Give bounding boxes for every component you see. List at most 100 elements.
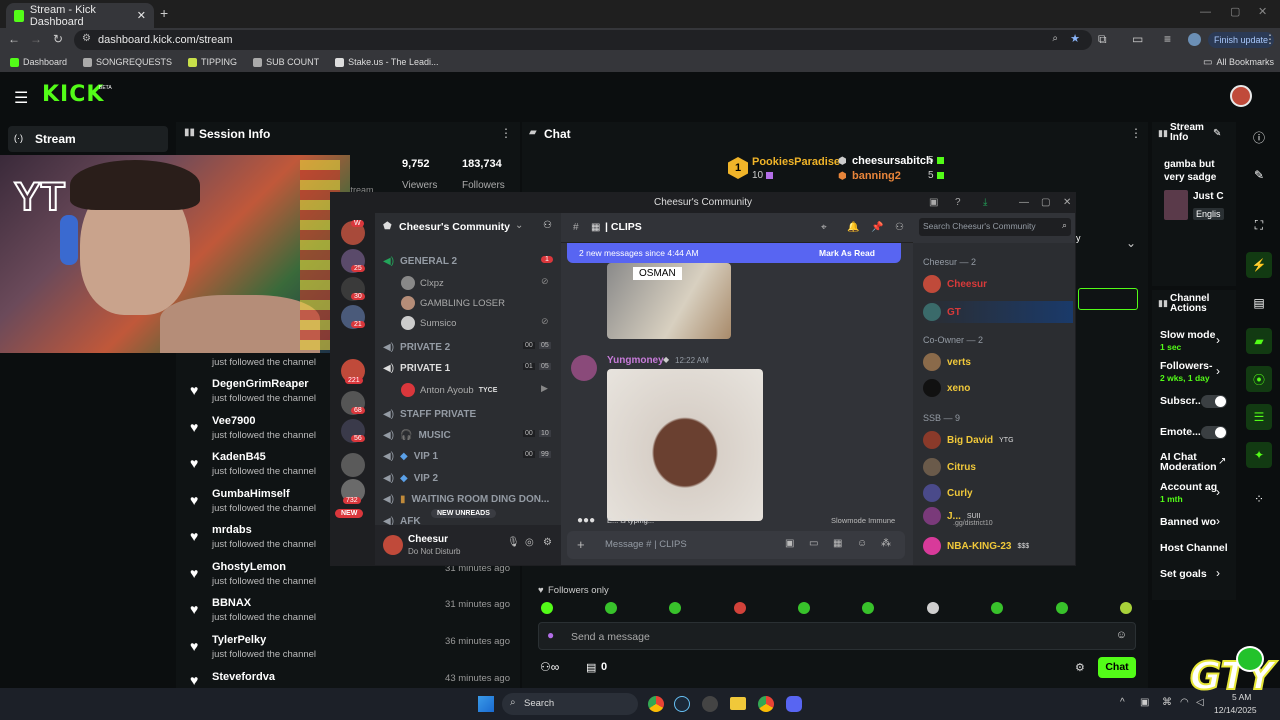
site-info-icon[interactable]: ⚙	[82, 33, 91, 44]
inbox-icon[interactable]: ▣	[929, 193, 938, 213]
voice-user[interactable]: Sumsico	[401, 316, 456, 330]
emote-icon[interactable]	[734, 602, 746, 614]
volume-icon[interactable]: ◁	[1196, 697, 1204, 708]
server-name[interactable]: Cheesur's Community	[399, 221, 510, 233]
wrench-icon[interactable]: ✦	[1246, 442, 1272, 468]
clock-date[interactable]: 12/14/2025	[1214, 705, 1257, 715]
lightning-icon[interactable]: ⚡	[1246, 252, 1272, 278]
voice-user[interactable]: GAMBLING LOSER	[401, 296, 505, 310]
discord-maximize-icon[interactable]: ▢	[1041, 193, 1050, 213]
pinned-icon[interactable]: 📌	[871, 222, 883, 233]
threads-icon[interactable]: #	[573, 222, 579, 233]
leader2-name[interactable]: cheesursabitch	[852, 155, 933, 167]
mic-icon[interactable]: 🎙	[507, 537, 520, 548]
help-icon[interactable]: ?	[955, 193, 961, 213]
channel-private-1[interactable]: ◀) PRIVATE 1	[383, 363, 450, 374]
file-explorer-icon[interactable]	[730, 697, 746, 710]
settings-gear-icon[interactable]: ⚙	[543, 537, 552, 548]
member[interactable]: GT	[923, 301, 1073, 323]
bookmark-stake[interactable]: Stake.us - The Leadi...	[335, 57, 438, 67]
extensions-icon[interactable]: ⧉	[1098, 32, 1107, 47]
obs-icon[interactable]	[702, 696, 718, 712]
maximize-icon[interactable]: ▢	[1230, 5, 1240, 18]
member[interactable]: Cheesur	[923, 275, 987, 293]
taskbar-search[interactable]: ⌕ Search	[502, 693, 638, 715]
emote-icon[interactable]	[541, 602, 553, 614]
sticker-icon[interactable]: ▦	[833, 538, 842, 549]
edit-pencil-icon[interactable]: ✎	[1213, 128, 1221, 139]
tray-network-icon[interactable]: ⌘	[1162, 697, 1172, 708]
leader1-name[interactable]: PookiesParadise	[752, 156, 840, 168]
chevron-right-icon[interactable]: ›	[1216, 485, 1220, 499]
emoji-icon[interactable]: ☺	[1116, 629, 1127, 641]
follower-name[interactable]: GumbaHimself	[212, 488, 290, 500]
member[interactable]: xeno	[923, 379, 970, 397]
chrome-icon[interactable]	[648, 696, 664, 712]
profile-avatar[interactable]	[1188, 33, 1201, 46]
slow-mode-action[interactable]: Slow mode	[1160, 329, 1215, 341]
discord-search-input[interactable]: Search Cheesur's Community ⌕	[919, 218, 1071, 236]
browser-tab[interactable]: Stream - Kick Dashboard ✕	[6, 3, 154, 28]
pencil-icon[interactable]: ✎	[1246, 162, 1272, 188]
pin-icon[interactable]: ⌖	[821, 222, 827, 233]
bookmark-tipping[interactable]: TIPPING	[188, 57, 237, 67]
fullscreen-icon[interactable]: ⛶	[1246, 212, 1272, 238]
tab-close-icon[interactable]: ✕	[137, 9, 146, 22]
gif-icon[interactable]: ▭	[809, 538, 818, 549]
info-icon[interactable]: ⓘ	[1246, 124, 1272, 150]
follower-name[interactable]: GhostyLemon	[212, 561, 286, 573]
external-link-icon[interactable]: ↗	[1218, 456, 1226, 467]
hamburger-menu-icon[interactable]: ☰	[14, 88, 28, 108]
all-bookmarks[interactable]: ▭ All Bookmarks	[1203, 57, 1274, 68]
apps-icon[interactable]: ⁂	[881, 538, 891, 549]
store-icon[interactable]: ▤	[586, 661, 596, 674]
banned-words-action[interactable]: Banned wo	[1160, 516, 1216, 528]
follower-name[interactable]: Stevefordva	[212, 671, 275, 683]
cast-icon[interactable]: ▭	[1132, 32, 1143, 46]
forward-icon[interactable]: →	[30, 32, 42, 46]
wifi-icon[interactable]: ◠	[1180, 697, 1189, 708]
member[interactable]: Citrus	[923, 458, 976, 476]
bell-icon[interactable]: 🔔	[847, 222, 859, 233]
bookmark-songrequests[interactable]: SONGREQUESTS	[83, 57, 172, 67]
tray-chevron-icon[interactable]: ^	[1120, 697, 1125, 708]
emote-icon[interactable]	[1120, 602, 1132, 614]
account-age-action[interactable]: Account ag	[1160, 481, 1217, 493]
member[interactable]: verts	[923, 353, 971, 371]
member[interactable]: Big David YTG	[923, 431, 1014, 449]
kick-logo[interactable]: KICK	[42, 82, 104, 107]
reload-icon[interactable]: ↻	[53, 32, 63, 46]
url-field[interactable]: ⚙ dashboard.kick.com/stream ⌕ ★	[74, 30, 1092, 50]
media-icon[interactable]: ≡	[1164, 32, 1171, 46]
user-avatar[interactable]	[383, 535, 403, 555]
bookmark-dashboard[interactable]: Dashboard	[10, 57, 67, 67]
emote-icon[interactable]	[605, 602, 617, 614]
emote-toggle[interactable]	[1201, 426, 1227, 439]
server-icon[interactable]	[341, 453, 365, 477]
emote-icon[interactable]	[991, 602, 1003, 614]
voice-user[interactable]: Clxpz	[401, 276, 444, 290]
emote-icon[interactable]	[927, 602, 939, 614]
chevron-right-icon[interactable]: ›	[1216, 566, 1220, 580]
server-dropdown-icon[interactable]: ⌄	[515, 220, 523, 231]
channel-music[interactable]: ◀) 🎧 MUSIC	[383, 430, 451, 441]
gift-icon[interactable]: ▣	[785, 538, 794, 549]
bookmark-sub-count[interactable]: SUB COUNT	[253, 57, 319, 67]
chevron-right-icon[interactable]: ›	[1216, 364, 1220, 378]
voice-user[interactable]: Anton Ayoub TYCE	[401, 383, 497, 397]
channel-waiting-room[interactable]: ◀) ▮ WAITING ROOM DING DON...	[383, 494, 549, 505]
broadcast-icon[interactable]: ⦿	[1246, 366, 1272, 392]
headset-icon[interactable]: ◎	[525, 537, 534, 548]
follower-name[interactable]: KadenB45	[212, 451, 266, 463]
steam-icon[interactable]	[674, 696, 690, 712]
dots-icon[interactable]: ⁘	[1246, 486, 1272, 512]
channel-private-2[interactable]: ◀) PRIVATE 2	[383, 342, 450, 353]
emote-icon[interactable]	[798, 602, 810, 614]
tray-app-icon[interactable]: ▣	[1140, 697, 1149, 708]
ai-moderation-action[interactable]: AI Chat Moderation	[1160, 452, 1218, 473]
send-message-input[interactable]: ● Send a message ☺	[538, 622, 1136, 650]
category-label[interactable]: Just C	[1193, 191, 1224, 202]
chat-settings-icon[interactable]: ⚙	[1075, 661, 1085, 674]
follower-name[interactable]: DegenGrimReaper	[212, 378, 309, 390]
new-messages-bar[interactable]: 2 new messages since 4:44 AM Mark As Rea…	[567, 243, 901, 263]
